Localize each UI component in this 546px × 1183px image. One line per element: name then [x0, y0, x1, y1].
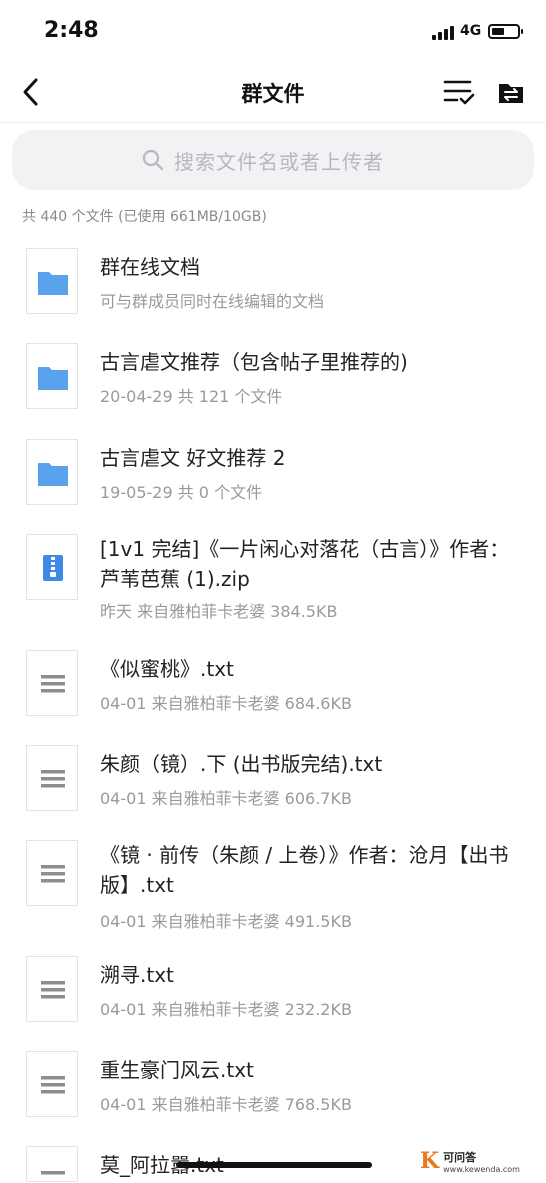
- storage-summary: 共 440 个文件 (已使用 661MB/10GB): [22, 209, 267, 225]
- file-name: 朱颜（镜）.下 (出书版完结).txt: [100, 752, 383, 776]
- file-name: 《似蜜桃》.txt: [100, 657, 234, 681]
- file-meta: 19-05-29 共 0 个文件: [100, 483, 263, 502]
- multi-select-button[interactable]: [442, 76, 476, 108]
- folder-icon: [26, 439, 78, 505]
- list-item[interactable]: 《似蜜桃》.txt 04-01 来自雅柏菲卡老婆 684.6KB: [0, 650, 546, 740]
- folder-transfer-icon: [499, 84, 523, 103]
- search-input[interactable]: 搜索文件名或者上传者: [174, 146, 384, 175]
- list-item[interactable]: 《镜 · 前传（朱颜 / 上卷）》作者：沧月【出书版】.txt 04-01 来自…: [0, 840, 546, 940]
- nav-bar: 群文件: [0, 64, 546, 123]
- file-meta: 可与群成员同时在线编辑的文档: [100, 292, 325, 311]
- file-name: 溯寻.txt: [100, 963, 174, 987]
- text-file-icon: [26, 840, 78, 906]
- text-file-icon: [26, 1051, 78, 1117]
- file-meta: 04-01 来自雅柏菲卡老婆 232.2KB: [100, 1000, 352, 1019]
- list-check-icon: [443, 80, 475, 105]
- search-bar[interactable]: 搜索文件名或者上传者: [12, 130, 534, 190]
- file-name: [1v1 完结]《一片闲心对落花（古言）》作者：芦苇芭蕉 (1).zip: [100, 537, 510, 591]
- watermark-url: www.kewenda.com: [443, 1164, 520, 1174]
- list-item[interactable]: 朱颜（镜）.下 (出书版完结).txt 04-01 来自雅柏菲卡老婆 606.7…: [0, 745, 546, 835]
- watermark-k-icon: K: [420, 1148, 440, 1174]
- folder-transfer-button[interactable]: [496, 78, 526, 108]
- folder-icon: [26, 248, 78, 314]
- file-meta: 20-04-29 共 121 个文件: [100, 387, 283, 406]
- text-file-icon: [26, 745, 78, 811]
- search-icon: [142, 149, 164, 171]
- list-item[interactable]: [1v1 完结]《一片闲心对落花（古言）》作者：芦苇芭蕉 (1).zip 昨天 …: [0, 534, 546, 634]
- file-meta: 04-01 来自雅柏菲卡老婆 606.7KB: [100, 789, 352, 808]
- zip-file-icon: [26, 534, 78, 600]
- list-item[interactable]: 溯寻.txt 04-01 来自雅柏菲卡老婆 232.2KB: [0, 956, 546, 1046]
- file-name: 重生豪门风云.txt: [100, 1058, 254, 1082]
- text-file-icon: [26, 650, 78, 716]
- list-item[interactable]: 古言虐文推荐（包含帖子里推荐的) 20-04-29 共 121 个文件: [0, 343, 546, 433]
- folder-icon: [26, 343, 78, 409]
- file-name: 古言虐文推荐（包含帖子里推荐的): [100, 350, 408, 374]
- list-item[interactable]: 重生豪门风云.txt 04-01 来自雅柏菲卡老婆 768.5KB: [0, 1051, 546, 1141]
- signal-icon: [432, 26, 454, 40]
- watermark-name: 可问答: [443, 1150, 477, 1164]
- status-time: 2:48: [44, 18, 99, 43]
- file-meta: 04-01 来自雅柏菲卡老婆 768.5KB: [100, 1095, 352, 1114]
- file-name: 群在线文档: [100, 255, 200, 279]
- file-meta: 04-01 来自雅柏菲卡老婆 491.5KB: [100, 912, 352, 931]
- text-file-icon: [26, 956, 78, 1022]
- battery-icon: [488, 24, 523, 39]
- home-indicator: [176, 1162, 372, 1168]
- text-file-icon: [26, 1146, 78, 1182]
- list-item[interactable]: 古言虐文 好文推荐 2 19-05-29 共 0 个文件: [0, 439, 546, 529]
- file-name: 《镜 · 前传（朱颜 / 上卷）》作者：沧月【出书版】.txt: [100, 843, 509, 897]
- status-bar: 2:48 4G: [0, 0, 546, 64]
- network-type: 4G: [460, 23, 482, 39]
- file-meta: 04-01 来自雅柏菲卡老婆 684.6KB: [100, 694, 352, 713]
- file-name: 古言虐文 好文推荐 2: [100, 446, 286, 470]
- watermark-logo: K 可问答 www.kewenda.com: [420, 1148, 520, 1174]
- list-item[interactable]: 群在线文档 可与群成员同时在线编辑的文档: [0, 248, 546, 338]
- file-meta: 昨天 来自雅柏菲卡老婆 384.5KB: [100, 602, 338, 621]
